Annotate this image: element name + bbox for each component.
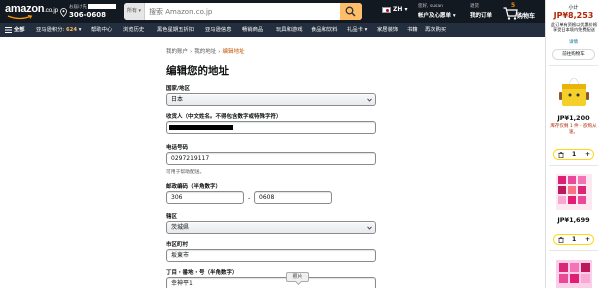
account-menu-label: 帐户及心愿单 ▾ bbox=[418, 13, 456, 19]
deliver-to-location[interactable]: お届け先 306-0608 bbox=[60, 3, 116, 21]
hamburger-icon bbox=[5, 26, 12, 33]
city-field[interactable]: 坂東市 bbox=[166, 249, 376, 262]
postal-label: 邮政编码（半角数字） bbox=[166, 184, 222, 190]
product-thumbnail[interactable] bbox=[558, 70, 590, 110]
nav-link-books[interactable]: 书籍 bbox=[407, 23, 418, 37]
details-link[interactable]: 详情 bbox=[546, 39, 600, 45]
smile-arrow-icon bbox=[7, 15, 33, 20]
phone-field[interactable]: 0297219117 bbox=[166, 152, 376, 165]
prefecture-value: 茨城県 bbox=[171, 224, 190, 231]
returns-label: 退货 bbox=[470, 4, 479, 9]
orders-label: 我的订单 bbox=[470, 13, 493, 19]
amazon-logo[interactable]: amazon.co.jp bbox=[5, 3, 58, 20]
search-icon bbox=[345, 6, 356, 17]
go-to-cart-button[interactable]: 前往购物车 bbox=[552, 49, 595, 60]
country-value: 日本 bbox=[171, 96, 184, 103]
divider bbox=[549, 65, 598, 66]
nav-link-amazon-info[interactable]: 亚马逊信息 bbox=[205, 23, 232, 37]
divider bbox=[549, 250, 598, 251]
chevron-down-icon bbox=[367, 226, 372, 230]
nav-link-help[interactable]: 帮助中心 bbox=[91, 23, 112, 37]
prefecture-label: 辖区 bbox=[166, 214, 178, 220]
quantity-value: 1 bbox=[572, 151, 577, 158]
search-input[interactable] bbox=[147, 3, 337, 20]
subtotal-value: JP¥8,253 bbox=[553, 11, 594, 20]
subtotal-label: 小计 bbox=[568, 5, 579, 11]
sub-nav: 全部 亚马逊积分: 624 ▾ 帮助中心 浏览历史 黑色星期五折扣 亚马逊信息 … bbox=[0, 23, 545, 37]
country-select[interactable]: 日本 bbox=[166, 93, 376, 106]
postal-code-first-field[interactable]: 306 bbox=[166, 191, 244, 204]
item-price: JP¥1,200 bbox=[557, 114, 590, 122]
redacted-name-bar bbox=[169, 125, 233, 130]
street-address-field[interactable]: 幸神平1 bbox=[166, 277, 376, 288]
breadcrumb: 我的账户 › 我的地址 › 编辑地址 bbox=[166, 49, 245, 55]
nav-link-gift-cards[interactable]: 礼品卡 ▾ bbox=[347, 23, 367, 37]
postal-code-second-field[interactable]: 0608 bbox=[254, 191, 332, 204]
redacted-name bbox=[88, 4, 116, 9]
chevron-down-icon bbox=[367, 98, 372, 102]
all-menu-button[interactable]: 全部 bbox=[5, 23, 25, 37]
quantity-stepper[interactable]: 1 + bbox=[553, 149, 594, 160]
stock-warning: 库存仅剩 1 件 - 欲购从速。 bbox=[550, 124, 597, 135]
prefecture-select[interactable]: 茨城県 bbox=[166, 221, 376, 234]
nav-link-black-friday[interactable]: 黑色星期五折扣 bbox=[157, 23, 194, 37]
street-label: 丁目・番地・号（半角数字） bbox=[166, 270, 238, 276]
nav-link-history[interactable]: 浏览历史 bbox=[123, 23, 144, 37]
product-thumbnail[interactable] bbox=[554, 258, 594, 288]
recipient-name-field[interactable] bbox=[166, 121, 376, 134]
postal-dash: - bbox=[248, 195, 251, 202]
cart-button[interactable]: 5 购物车 bbox=[503, 2, 539, 21]
deliver-postcode: 306-0608 bbox=[69, 11, 106, 19]
deliver-label: お届け先 bbox=[69, 4, 116, 10]
recipient-label: 收货人（中文姓名。不得包含数字或特殊字符） bbox=[166, 114, 282, 120]
cart-count: 5 bbox=[511, 2, 516, 9]
nav-link-toys[interactable]: 玩具和游戏 bbox=[276, 23, 303, 37]
divider bbox=[549, 165, 598, 166]
top-nav: amazon.co.jp お届け先 306-0608 所有 ▾ ZH ▾ 您好,… bbox=[0, 0, 600, 23]
country-label: 国家/地区 bbox=[166, 86, 191, 92]
search-button[interactable] bbox=[340, 3, 362, 20]
cart-label: 购物车 bbox=[517, 13, 536, 20]
orders-link[interactable]: 退货 我的订单 bbox=[470, 3, 492, 19]
phone-hint: 可用于帮助配送。 bbox=[166, 170, 205, 175]
trash-icon[interactable] bbox=[558, 236, 564, 246]
plus-icon[interactable]: + bbox=[585, 150, 590, 159]
nav-link-buy-again[interactable]: 再次购买 bbox=[425, 23, 446, 37]
city-label: 市区町村 bbox=[166, 242, 189, 248]
product-thumbnail[interactable] bbox=[554, 172, 594, 212]
quantity-value: 1 bbox=[572, 236, 577, 243]
item-price: JP¥1,699 bbox=[557, 216, 590, 224]
language-selector[interactable]: ZH ▾ bbox=[382, 6, 407, 13]
cart-sidebar: 小计 JP¥8,253 此订单有资格以优惠价格享受日本境内免费配送 详情 前往购… bbox=[545, 0, 600, 288]
photo-tooltip: 照片 bbox=[286, 272, 309, 282]
logo-wordmark: amazon.co.jp bbox=[5, 3, 58, 15]
search-category-select[interactable]: 所有 ▾ bbox=[124, 3, 145, 20]
points-link[interactable]: 亚马逊积分: 624 ▾ bbox=[36, 23, 81, 37]
nav-link-home[interactable]: 家居装饰 bbox=[377, 23, 398, 37]
breadcrumb-account[interactable]: 我的账户 bbox=[166, 49, 188, 55]
location-pin-icon bbox=[60, 8, 67, 17]
search-bar: 所有 ▾ bbox=[124, 3, 362, 20]
breadcrumb-addresses[interactable]: 我的地址 bbox=[194, 49, 216, 55]
nav-link-bestsellers[interactable]: 畅销商品 bbox=[242, 23, 263, 37]
japan-flag-icon bbox=[382, 6, 391, 13]
page-title: 编辑您的地址 bbox=[166, 65, 229, 77]
phone-label: 电话号码 bbox=[166, 145, 189, 151]
plus-icon[interactable]: + bbox=[585, 235, 590, 244]
nav-link-food[interactable]: 食品和饮料 bbox=[311, 23, 338, 37]
trash-icon[interactable] bbox=[558, 151, 564, 161]
quantity-stepper[interactable]: 1 + bbox=[553, 234, 594, 245]
account-greeting: 您好, susan bbox=[418, 4, 444, 9]
account-menu[interactable]: 您好, susan 帐户及心愿单 ▾ bbox=[418, 3, 456, 19]
breadcrumb-current: 编辑地址 bbox=[222, 49, 245, 55]
free-shipping-note: 此订单有资格以优惠价格享受日本境内免费配送 bbox=[550, 22, 598, 33]
